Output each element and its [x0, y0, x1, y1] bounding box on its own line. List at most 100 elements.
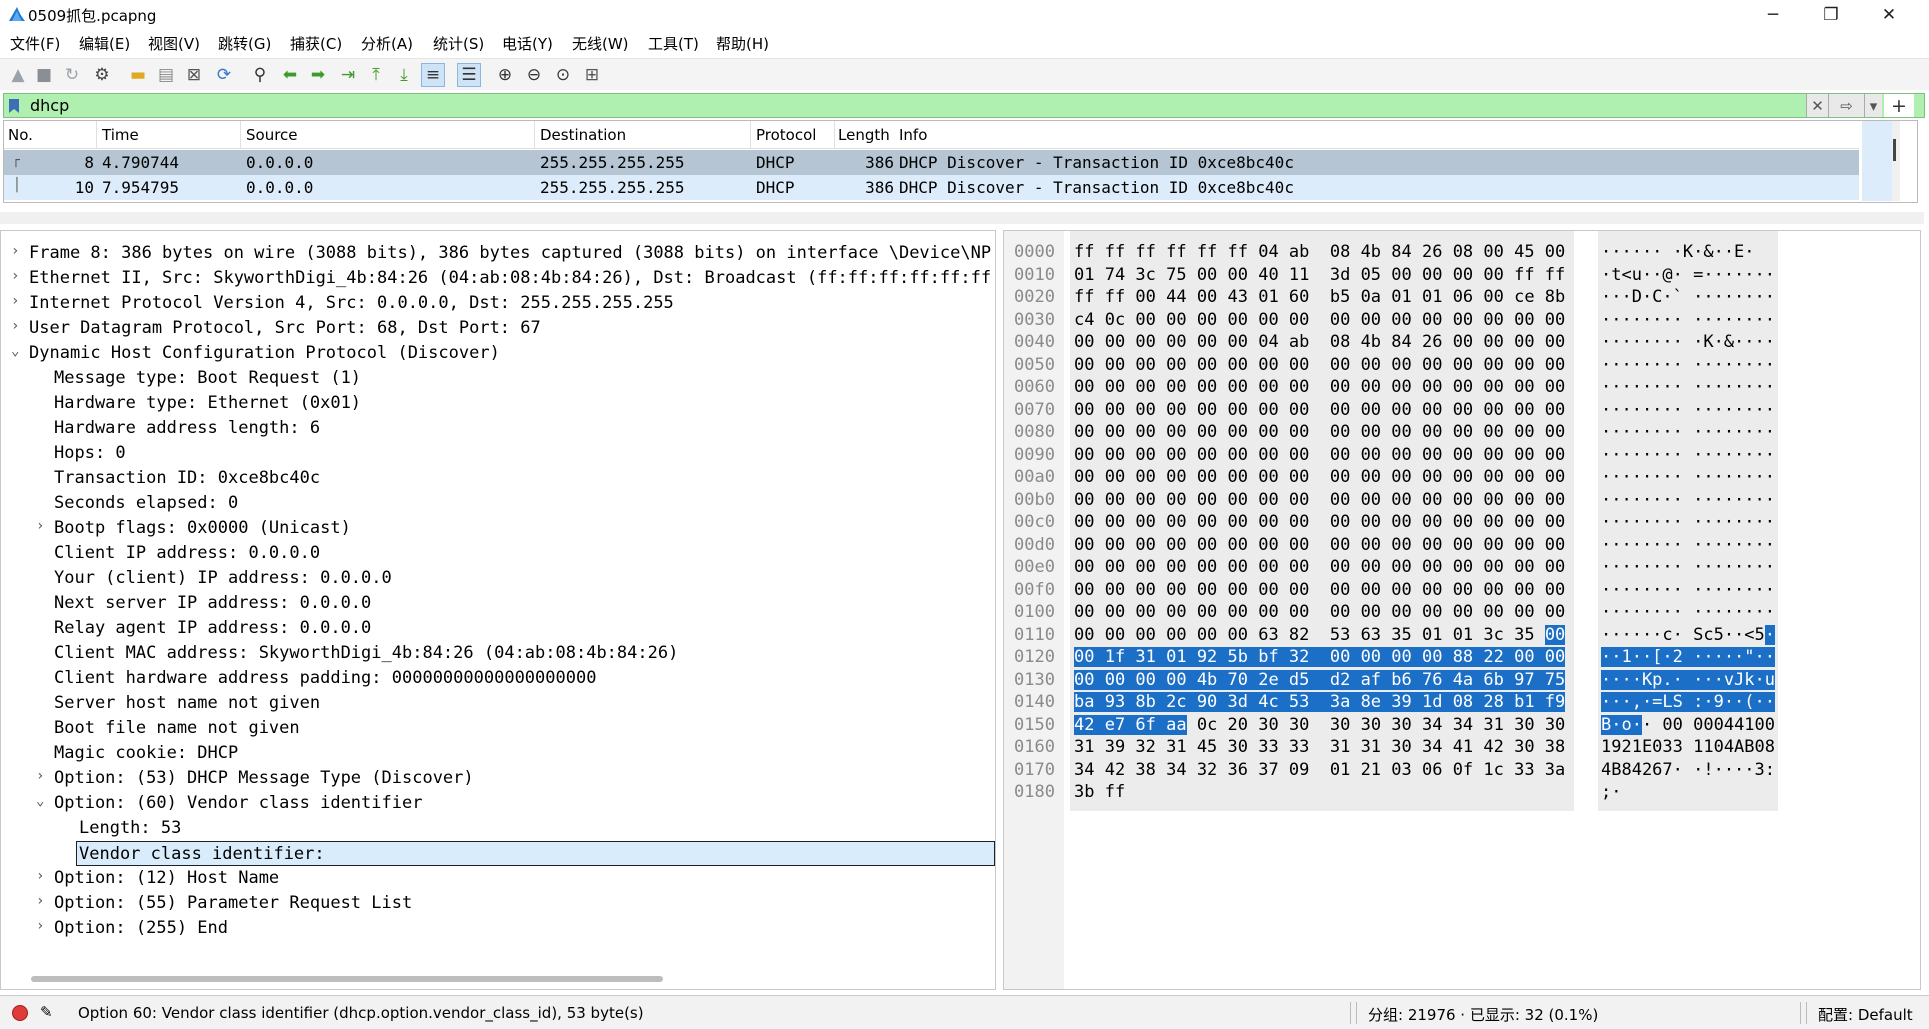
byte-row[interactable]: 0160 31 39 32 31 45 30 33 33 31 31 30 34 …	[1004, 737, 1920, 760]
collapsed-chevron-icon[interactable]: ›	[36, 768, 44, 784]
menu-go[interactable]: 跳转(G)	[218, 33, 271, 54]
menu-statistics[interactable]: 统计(S)	[433, 33, 484, 54]
colorize-icon[interactable]: ☰	[457, 63, 481, 87]
close-window-button[interactable]: ✕	[1860, 0, 1918, 29]
byte-row[interactable]: 0110 00 00 00 00 00 00 63 82 53 63 35 01 …	[1004, 624, 1920, 648]
byte-row[interactable]: 00b0 00 00 00 00 00 00 00 00 00 00 00 00 …	[1004, 490, 1920, 513]
detail-tree-item[interactable]: Server host name not given	[1, 691, 995, 716]
menu-tools[interactable]: 工具(T)	[648, 33, 699, 54]
byte-row[interactable]: 0150 42 e7 6f aa 0c 20 30 30 30 30 30 34 …	[1004, 714, 1920, 738]
zoom-reset-icon[interactable]: ⊙	[551, 63, 575, 87]
filter-bookmark-icon[interactable]	[8, 98, 20, 114]
resize-columns-icon[interactable]: ⊞	[580, 63, 604, 87]
detail-tree-item[interactable]: Client hardware address padding: 0000000…	[1, 666, 995, 691]
detail-tree-item[interactable]: › Option: (255) End	[1, 916, 995, 941]
column-destination[interactable]: Destination	[540, 126, 626, 144]
back-arrow-icon[interactable]: ⬅	[278, 63, 302, 87]
collapsed-chevron-icon[interactable]: ›	[36, 518, 44, 534]
detail-tree-item[interactable]: Hops: 0	[1, 441, 995, 466]
detail-tree-item[interactable]: › User Datagram Protocol, Src Port: 68, D…	[1, 316, 995, 341]
detail-tree-item[interactable]: Client MAC address: SkyworthDigi_4b:84:2…	[1, 641, 995, 666]
find-packet-icon[interactable]: ⚲	[248, 63, 272, 87]
byte-row[interactable]: 0060 00 00 00 00 00 00 00 00 00 00 00 00 …	[1004, 377, 1920, 400]
profile-label[interactable]: 配置: Default	[1818, 1004, 1913, 1025]
edit-comment-icon[interactable]: ✎	[40, 1003, 60, 1021]
column-time[interactable]: Time	[102, 126, 139, 144]
close-file-icon[interactable]: ⊠	[182, 63, 206, 87]
detail-tree-item[interactable]: Hardware address length: 6	[1, 416, 995, 441]
minimize-button[interactable]: ─	[1744, 0, 1802, 29]
collapsed-chevron-icon[interactable]: ›	[36, 918, 44, 934]
menu-capture[interactable]: 捕获(C)	[290, 33, 342, 54]
detail-tree-item[interactable]: Message type: Boot Request (1)	[1, 366, 995, 391]
forward-arrow-icon[interactable]: ➡	[306, 63, 330, 87]
details-horizontal-scrollbar[interactable]	[31, 976, 663, 982]
maximize-button[interactable]: ❐	[1802, 0, 1860, 29]
detail-tree-item[interactable]: Length: 53	[1, 816, 995, 841]
detail-tree-item[interactable]: › Option: (12) Host Name	[1, 866, 995, 891]
byte-row[interactable]: 0120 00 1f 31 01 92 5b bf 32 00 00 00 00 …	[1004, 647, 1920, 670]
reload-icon[interactable]: ⟳	[212, 63, 236, 87]
menu-view[interactable]: 视图(V)	[148, 33, 200, 54]
detail-tree-item[interactable]: Magic cookie: DHCP	[1, 741, 995, 766]
byte-row[interactable]: 0100 00 00 00 00 00 00 00 00 00 00 00 00 …	[1004, 602, 1920, 625]
filter-dropdown-icon[interactable]: ▾	[1864, 94, 1882, 117]
menu-wireless[interactable]: 无线(W)	[572, 33, 629, 54]
byte-row[interactable]: 00e0 00 00 00 00 00 00 00 00 00 00 00 00 …	[1004, 557, 1920, 580]
save-file-icon[interactable]: ▤	[154, 63, 178, 87]
last-packet-icon[interactable]: ⤓	[392, 63, 416, 87]
detail-tree-item[interactable]: › Internet Protocol Version 4, Src: 0.0.0…	[1, 291, 995, 316]
expert-info-error-icon[interactable]	[12, 1005, 28, 1021]
collapsed-chevron-icon[interactable]: ›	[36, 868, 44, 884]
shark-fin-start-icon[interactable]: ▲	[6, 63, 30, 87]
byte-row[interactable]: 0070 00 00 00 00 00 00 00 00 00 00 00 00 …	[1004, 400, 1920, 423]
collapsed-chevron-icon[interactable]: ›	[11, 243, 19, 259]
menu-telephony[interactable]: 电话(Y)	[502, 33, 553, 54]
restart-icon[interactable]: ↻	[60, 63, 84, 87]
detail-tree-item[interactable]: Client IP address: 0.0.0.0	[1, 541, 995, 566]
detail-tree-item[interactable]: ⌄ Dynamic Host Configuration Protocol (Di…	[1, 341, 995, 366]
byte-row[interactable]: 0130 00 00 00 00 4b 70 2e d5 d2 af b6 76 …	[1004, 669, 1920, 693]
byte-row[interactable]: 00a0 00 00 00 00 00 00 00 00 00 00 00 00 …	[1004, 467, 1920, 490]
expanded-chevron-icon[interactable]: ⌄	[11, 343, 19, 359]
add-filter-button[interactable]: +	[1884, 94, 1914, 117]
menu-analyze[interactable]: 分析(A)	[361, 33, 413, 54]
detail-tree-item[interactable]: Boot file name not given	[1, 716, 995, 741]
pane-splitter[interactable]	[0, 212, 1929, 224]
detail-tree-item[interactable]: Next server IP address: 0.0.0.0	[1, 591, 995, 616]
detail-tree-item[interactable]: Hardware type: Ethernet (0x01)	[1, 391, 995, 416]
column-source[interactable]: Source	[246, 126, 298, 144]
byte-row[interactable]: 00f0 00 00 00 00 00 00 00 00 00 00 00 00 …	[1004, 580, 1920, 603]
packet-row[interactable]: ┌ 8 4.790744 0.0.0.0 255.255.255.255 DHC…	[4, 150, 1859, 175]
byte-row[interactable]: 0020 ff ff 00 44 00 43 01 60 b5 0a 01 01 …	[1004, 287, 1920, 310]
menu-file[interactable]: 文件(F)	[10, 33, 60, 54]
column-protocol[interactable]: Protocol	[756, 126, 816, 144]
packet-list-scrollbar[interactable]	[1862, 121, 1900, 201]
byte-row[interactable]: 0010 01 74 3c 75 00 00 40 11 3d 05 00 00 …	[1004, 265, 1920, 288]
column-length[interactable]: Length	[838, 126, 890, 144]
column-no[interactable]: No.	[8, 126, 33, 144]
menu-edit[interactable]: 编辑(E)	[79, 33, 130, 54]
detail-tree-item[interactable]: ⌄ Option: (60) Vendor class identifier	[1, 791, 995, 816]
collapsed-chevron-icon[interactable]: ›	[36, 893, 44, 909]
byte-row[interactable]: 0090 00 00 00 00 00 00 00 00 00 00 00 00 …	[1004, 445, 1920, 468]
filter-apply-icon[interactable]: ⇨	[1828, 94, 1864, 117]
detail-tree-item[interactable]: Seconds elapsed: 0	[1, 491, 995, 516]
byte-row[interactable]: 0170 34 42 38 34 32 36 37 09 01 21 03 06 …	[1004, 760, 1920, 783]
display-filter-input[interactable]	[30, 94, 1500, 117]
byte-row[interactable]: 00c0 00 00 00 00 00 00 00 00 00 00 00 00 …	[1004, 512, 1920, 535]
menu-help[interactable]: 帮助(H)	[716, 33, 769, 54]
detail-tree-item[interactable]: › Ethernet II, Src: SkyworthDigi_4b:84:26…	[1, 266, 995, 291]
filter-clear-icon[interactable]: ✕	[1806, 94, 1828, 117]
detail-tree-item[interactable]: Your (client) IP address: 0.0.0.0	[1, 566, 995, 591]
stop-icon[interactable]: ■	[32, 63, 56, 87]
collapsed-chevron-icon[interactable]: ›	[11, 293, 19, 309]
byte-row[interactable]: 0050 00 00 00 00 00 00 00 00 00 00 00 00 …	[1004, 355, 1920, 378]
go-to-packet-icon[interactable]: ⇥	[336, 63, 360, 87]
detail-tree-item[interactable]: › Frame 8: 386 bytes on wire (3088 bits),…	[1, 241, 995, 266]
open-folder-icon[interactable]: ▬	[126, 63, 150, 87]
expanded-chevron-icon[interactable]: ⌄	[36, 793, 44, 809]
detail-tree-item[interactable]: › Option: (55) Parameter Request List	[1, 891, 995, 916]
collapsed-chevron-icon[interactable]: ›	[11, 268, 19, 284]
packet-row[interactable]: │ 10 7.954795 0.0.0.0 255.255.255.255 DH…	[4, 175, 1859, 200]
